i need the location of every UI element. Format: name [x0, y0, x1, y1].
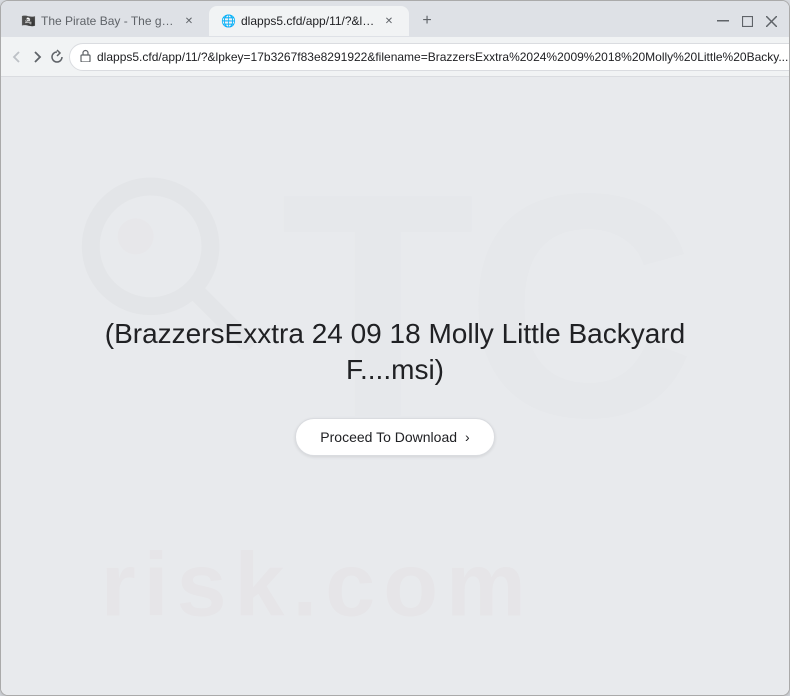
- tabs-bar: 🏴‍☠️ The Pirate Bay - The galaxy's m... …: [1, 1, 789, 37]
- window-controls: [713, 11, 781, 31]
- download-btn-label: Proceed To Download: [320, 429, 457, 445]
- lock-icon: [80, 49, 91, 65]
- tab-title-1: The Pirate Bay - The galaxy's m...: [41, 14, 175, 28]
- tab-favicon-2: 🌐: [221, 14, 235, 28]
- tab-title-2: dlapps5.cfd/app/11/?&lpkey=...: [241, 14, 375, 28]
- tab-close-2[interactable]: ✕: [381, 13, 397, 29]
- address-bar[interactable]: dlapps5.cfd/app/11/?&lpkey=17b3267f83e82…: [69, 43, 790, 71]
- reload-button[interactable]: [49, 43, 65, 71]
- forward-button[interactable]: [29, 43, 45, 71]
- close-button[interactable]: [761, 11, 781, 31]
- maximize-button[interactable]: [737, 11, 757, 31]
- tab-piratebay[interactable]: 🏴‍☠️ The Pirate Bay - The galaxy's m... …: [9, 6, 209, 36]
- page-center-content: (BrazzersExxtra 24 09 18 Molly Little Ba…: [75, 296, 715, 477]
- svg-text:risk.com: risk.com: [101, 535, 534, 635]
- back-button[interactable]: [9, 43, 25, 71]
- content-area: TC risk.com (BrazzersExxtra 24 09 18 Mol…: [1, 77, 789, 695]
- tab-close-1[interactable]: ✕: [181, 13, 197, 29]
- address-text: dlapps5.cfd/app/11/?&lpkey=17b3267f83e82…: [97, 50, 788, 64]
- download-btn-icon: ›: [465, 429, 470, 445]
- title-bar-left: 🏴‍☠️ The Pirate Bay - The galaxy's m... …: [9, 6, 705, 36]
- toolbar: dlapps5.cfd/app/11/?&lpkey=17b3267f83e82…: [1, 37, 789, 77]
- proceed-to-download-button[interactable]: Proceed To Download ›: [295, 418, 494, 456]
- new-tab-button[interactable]: +: [413, 7, 441, 35]
- minimize-button[interactable]: [713, 11, 733, 31]
- browser-window: 🏴‍☠️ The Pirate Bay - The galaxy's m... …: [0, 0, 790, 696]
- file-title: (BrazzersExxtra 24 09 18 Molly Little Ba…: [95, 316, 695, 389]
- tab-dlapps[interactable]: 🌐 dlapps5.cfd/app/11/?&lpkey=... ✕: [209, 6, 409, 36]
- tab-favicon-1: 🏴‍☠️: [21, 14, 35, 28]
